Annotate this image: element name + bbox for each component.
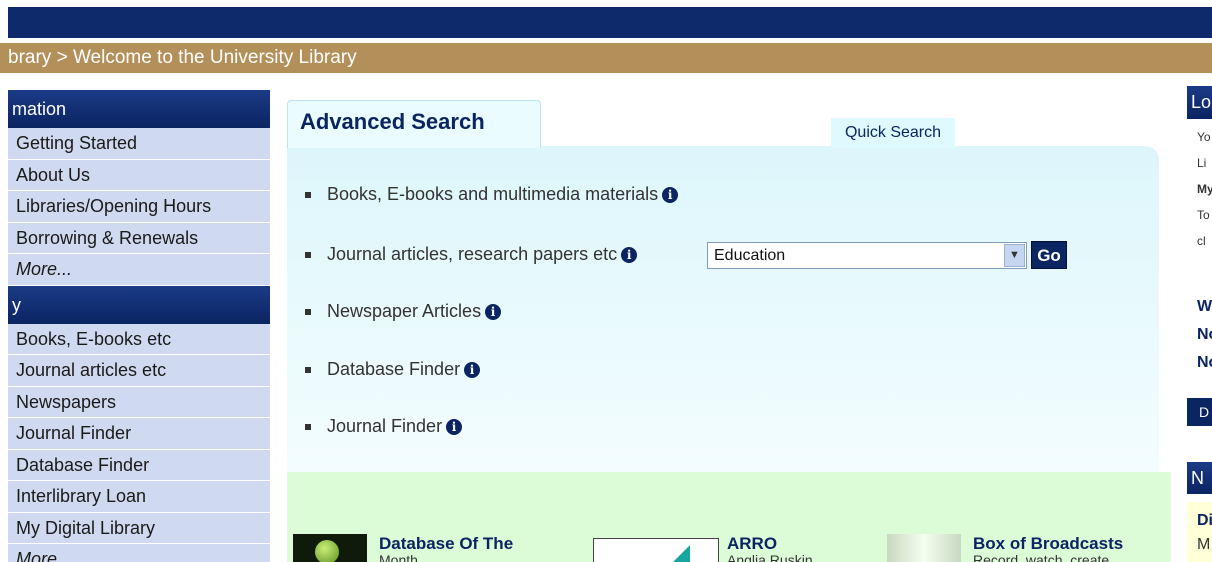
sidebar-heading-information: mation: [8, 90, 270, 128]
search-panel: Books, E-books and multimedia materials i…: [287, 146, 1159, 472]
dropdown-arrow-icon[interactable]: ▼: [1004, 244, 1025, 267]
feature-title-arro[interactable]: ARRO: [727, 534, 777, 554]
feature-subtitle-arro: Anglia Ruskin: [727, 552, 813, 562]
sidebar-item-more[interactable]: More...: [8, 254, 270, 286]
sidebar-item-newspapers[interactable]: Newspapers: [8, 386, 270, 418]
sidebar-item-borrowing[interactable]: Borrowing & Renewals: [8, 222, 270, 254]
right-panel-heading: Lo: [1187, 86, 1212, 119]
right-panel-news-box: Di M: [1187, 502, 1212, 562]
option-newspaper-articles-label[interactable]: Newspaper Articles: [327, 301, 481, 321]
subject-select[interactable]: Education ▼: [707, 242, 1027, 269]
bullet-square-icon: [305, 424, 311, 431]
right-panel-button[interactable]: D: [1187, 398, 1212, 426]
right-panel-bold-line: No: [1197, 326, 1212, 343]
right-panel-heading-2: N: [1187, 462, 1212, 494]
sidebar: mation Getting Started About Us Librarie…: [8, 90, 270, 562]
right-panel-bold-line: No: [1197, 354, 1212, 371]
arro-thumbnail[interactable]: [593, 538, 719, 562]
breadcrumb: brary > Welcome to the University Librar…: [0, 43, 1212, 73]
option-database-finder[interactable]: Database Finder i: [305, 359, 481, 380]
option-books[interactable]: Books, E-books and multimedia materials i: [305, 184, 679, 205]
right-panel-line: Li: [1197, 156, 1207, 170]
bullet-square-icon: [305, 192, 311, 199]
info-icon[interactable]: i: [662, 187, 679, 203]
option-journal-articles[interactable]: Journal articles, research papers etc i: [305, 244, 638, 265]
featured-resources: Database Of The Month ARRO Anglia Ruskin…: [287, 472, 1171, 562]
right-panel-news-line: M: [1197, 536, 1211, 553]
search-area: Books, E-books and multimedia materials i…: [287, 98, 1171, 562]
option-journal-finder[interactable]: Journal Finder i: [305, 416, 463, 437]
sidebar-item-books[interactable]: Books, E-books etc: [8, 323, 270, 355]
bullet-square-icon: [305, 252, 311, 259]
right-panel-line: To: [1197, 208, 1210, 222]
right-panel-line: Yo: [1197, 130, 1211, 144]
right-panel-line: cl: [1197, 234, 1206, 248]
feature-title-database-of-month[interactable]: Database Of The: [379, 534, 513, 554]
right-panel: Lo Yo Li My To cl W No No D N Di M: [1187, 86, 1212, 562]
top-header-band: [8, 7, 1212, 38]
sidebar-item-journal-finder[interactable]: Journal Finder: [8, 418, 270, 450]
sidebar-heading-library: y: [8, 285, 270, 324]
option-books-label[interactable]: Books, E-books and multimedia materials: [327, 184, 658, 204]
top-header-bar: [0, 0, 1212, 38]
box-of-broadcasts-thumbnail[interactable]: [887, 534, 961, 562]
sidebar-item-interlibrary-loan[interactable]: Interlibrary Loan: [8, 481, 270, 513]
right-panel-news-line: Di: [1197, 512, 1212, 529]
sidebar-item-more-2[interactable]: More...: [8, 544, 270, 562]
sidebar-item-about-us[interactable]: About Us: [8, 159, 270, 191]
apple-image: [315, 540, 339, 562]
info-icon[interactable]: i: [446, 419, 463, 435]
tab-quick-search[interactable]: Quick Search: [831, 118, 955, 148]
tab-advanced-search[interactable]: Advanced Search: [287, 100, 541, 148]
arrow-graphic-icon: [650, 545, 690, 562]
sidebar-item-database-finder[interactable]: Database Finder: [8, 449, 270, 481]
sidebar-item-getting-started[interactable]: Getting Started: [8, 128, 270, 160]
right-panel-line: My: [1197, 182, 1212, 196]
option-journal-finder-label[interactable]: Journal Finder: [327, 416, 442, 436]
info-icon[interactable]: i: [464, 362, 481, 378]
option-journal-articles-label[interactable]: Journal articles, research papers etc: [327, 244, 617, 264]
option-database-finder-label[interactable]: Database Finder: [327, 359, 460, 379]
info-icon[interactable]: i: [621, 247, 638, 263]
right-panel-bold-line: W: [1197, 298, 1212, 315]
go-button[interactable]: Go: [1031, 241, 1067, 269]
feature-title-box-of-broadcasts[interactable]: Box of Broadcasts: [973, 534, 1123, 554]
subject-select-value: Education: [714, 247, 786, 264]
bullet-square-icon: [305, 309, 311, 316]
database-of-month-thumbnail[interactable]: [293, 534, 367, 562]
sidebar-item-opening-hours[interactable]: Libraries/Opening Hours: [8, 191, 270, 223]
feature-subtitle-database-of-month: Month: [379, 552, 418, 562]
sidebar-item-journal-articles[interactable]: Journal articles etc: [8, 355, 270, 387]
bullet-square-icon: [305, 367, 311, 374]
info-icon[interactable]: i: [485, 304, 502, 320]
feature-subtitle-box-of-broadcasts: Record, watch, create: [973, 552, 1110, 562]
option-newspaper-articles[interactable]: Newspaper Articles i: [305, 301, 502, 322]
sidebar-item-my-digital-library[interactable]: My Digital Library: [8, 512, 270, 544]
